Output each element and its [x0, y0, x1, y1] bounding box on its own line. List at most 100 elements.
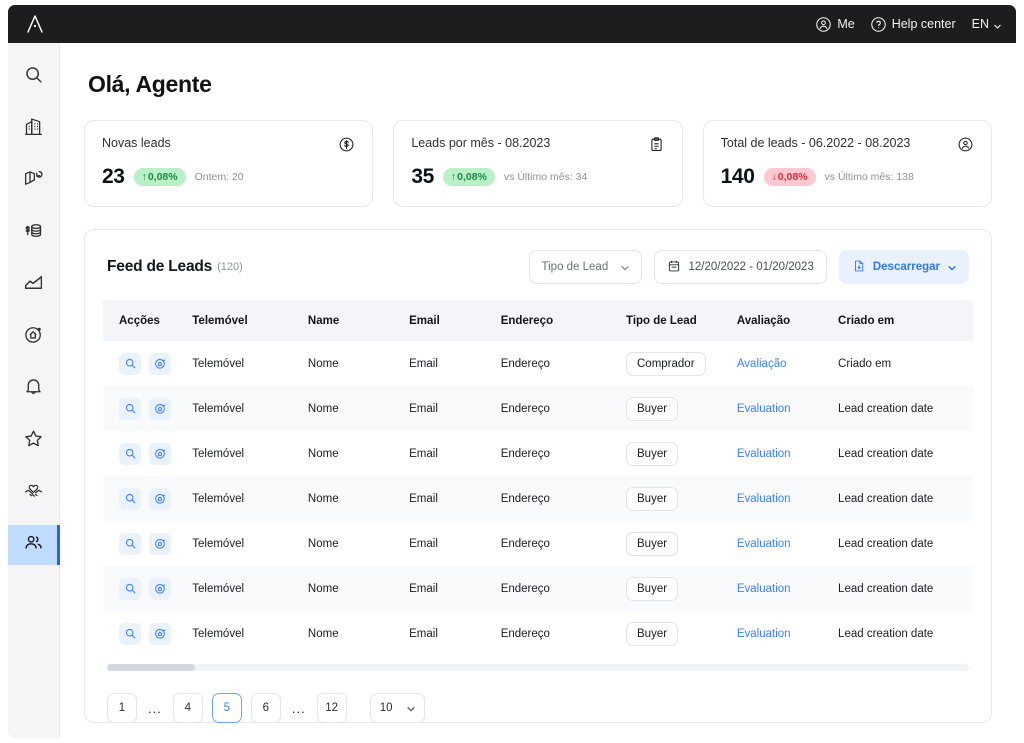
cell-email: Email: [409, 492, 438, 505]
column-header-created: Criado em: [838, 314, 895, 327]
language-selector[interactable]: EN: [967, 17, 1002, 31]
sidebar-item-deals[interactable]: [8, 473, 60, 513]
property-home-icon[interactable]: [149, 442, 171, 465]
view-lead-icon[interactable]: [119, 397, 141, 420]
download-button[interactable]: Descarregar: [838, 250, 969, 284]
cell-evaluation-link[interactable]: Evaluation: [737, 628, 838, 640]
lead-type-filter[interactable]: Tipo de Lead: [528, 250, 642, 284]
cell-created: Lead creation date: [838, 447, 934, 460]
sidebar-item-analytics[interactable]: [8, 265, 60, 305]
sidebar-item-leads[interactable]: [7, 525, 60, 565]
cell-evaluation-link[interactable]: Evaluation: [737, 583, 838, 595]
view-lead-icon[interactable]: [119, 487, 141, 510]
stat-value: 23: [102, 165, 125, 188]
cell-lead-type: Comprador: [626, 351, 737, 376]
clipboard-icon: [648, 136, 665, 158]
cell-evaluation-link[interactable]: Evaluation: [737, 403, 838, 415]
stat-cards: Novas leads 23 ↑ 0,08% Ontem: 20 Leads p…: [84, 120, 992, 207]
date-range-picker[interactable]: 12/20/2022 - 01/20/2023: [653, 250, 827, 284]
account-menu[interactable]: Me: [811, 13, 858, 36]
chevron-down-icon: [993, 20, 1002, 29]
lead-type-chip: Buyer: [626, 576, 679, 601]
cell-created: Lead creation date: [838, 627, 934, 640]
main-content: Olá, Agente Novas leads 23 ↑ 0,08% Ontem…: [60, 43, 1016, 738]
handshake-heart-icon: [23, 480, 44, 506]
page-button-12[interactable]: 12: [316, 693, 347, 723]
search-icon: [23, 64, 44, 90]
pagination-ellipsis: ...: [148, 700, 162, 716]
row-actions: [103, 397, 192, 420]
cell-evaluation-link[interactable]: Avaliação: [737, 358, 838, 370]
map-icon: [23, 168, 44, 194]
panel-toolbar: Tipo de Lead 12/20/2022 - 01/20/2023 Des…: [528, 250, 969, 284]
cell-created: Lead creation date: [838, 402, 934, 415]
view-lead-icon[interactable]: [119, 352, 141, 375]
cell-phone: Telemóvel: [192, 582, 245, 595]
chart-area-icon: [23, 272, 44, 298]
money-stack-icon: [23, 220, 44, 246]
help-center-link[interactable]: Help center: [866, 13, 960, 36]
cell-name: Nome: [307, 537, 339, 550]
table-row[interactable]: Telemóvel Nome Email Endereço Buyer Eval…: [103, 476, 973, 521]
left-sidebar: [7, 43, 60, 738]
table-row[interactable]: Telemóvel Nome Email Endereço Buyer Eval…: [103, 566, 973, 611]
user-circle-icon: [957, 136, 974, 158]
page-button-1[interactable]: 1: [107, 693, 137, 723]
column-header-evaluation: Avaliação: [736, 314, 791, 327]
sidebar-item-buildings[interactable]: [8, 109, 60, 149]
account-label: Me: [837, 17, 855, 31]
column-header-lead-type: Tipo de Lead: [626, 314, 697, 327]
sidebar-item-finance[interactable]: [8, 213, 60, 253]
table-row[interactable]: Telemóvel Nome Email Endereço Buyer Eval…: [103, 386, 973, 431]
cell-phone: Telemóvel: [192, 492, 245, 505]
arrow-up-icon: ↑: [450, 171, 457, 183]
cell-phone: Telemóvel: [192, 537, 245, 550]
cell-name: Nome: [307, 492, 339, 505]
property-home-icon[interactable]: [149, 487, 171, 510]
page-title: Olá, Agente: [88, 71, 212, 97]
cell-email: Email: [409, 402, 438, 415]
row-actions: [103, 442, 192, 465]
stat-badge: ↑ 0,08%: [442, 168, 495, 186]
cell-evaluation-link[interactable]: Evaluation: [737, 538, 838, 550]
cell-evaluation-link[interactable]: Evaluation: [737, 448, 838, 460]
calendar-icon: [667, 259, 681, 276]
property-home-icon[interactable]: [149, 622, 171, 645]
table-row[interactable]: Telemóvel Nome Email Endereço Comprador …: [103, 341, 973, 386]
cell-lead-type: Buyer: [626, 576, 737, 601]
page-button-6[interactable]: 6: [250, 693, 281, 723]
sidebar-item-favorites[interactable]: [8, 421, 60, 461]
cell-lead-type: Buyer: [626, 531, 737, 556]
view-lead-icon[interactable]: [119, 532, 141, 555]
table-row[interactable]: Telemóvel Nome Email Endereço Buyer Eval…: [103, 521, 973, 566]
view-lead-icon[interactable]: [119, 442, 141, 465]
page-size-selector[interactable]: 10: [369, 693, 425, 723]
scrollbar-thumb[interactable]: [107, 664, 195, 671]
property-home-icon[interactable]: [149, 577, 171, 600]
stat-label: Leads por mês - 08.2023: [411, 136, 551, 150]
page-button-4[interactable]: 4: [172, 693, 203, 723]
stat-card-leads-per-month: Leads por mês - 08.2023 35 ↑ 0,08% vs Úl…: [393, 120, 683, 207]
sidebar-item-notifications[interactable]: [8, 369, 60, 409]
app-logo-icon[interactable]: [22, 11, 48, 37]
table-row[interactable]: Telemóvel Nome Email Endereço Buyer Eval…: [103, 431, 973, 476]
dollar-circle-icon: [338, 136, 355, 158]
page-button-5-current[interactable]: 5: [211, 693, 242, 723]
column-header-phone: Telemóvel: [192, 314, 248, 327]
cell-evaluation-link[interactable]: Evaluation: [737, 493, 838, 505]
sidebar-item-map[interactable]: [8, 161, 60, 201]
stat-subtext: vs Último mês: 138: [824, 171, 914, 183]
lead-type-filter-label: Tipo de Lead: [541, 261, 609, 273]
property-home-icon[interactable]: [149, 397, 171, 420]
sidebar-item-properties[interactable]: [8, 317, 60, 357]
property-home-icon[interactable]: [149, 532, 171, 555]
row-actions: [103, 532, 192, 555]
sidebar-item-search[interactable]: [8, 57, 60, 97]
stat-value: 140: [720, 165, 755, 188]
property-home-icon[interactable]: [149, 352, 171, 375]
table-horizontal-scrollbar[interactable]: [107, 664, 969, 671]
view-lead-icon[interactable]: [119, 577, 141, 600]
table-row[interactable]: Telemóvel Nome Email Endereço Buyer Eval…: [103, 611, 973, 656]
lead-type-chip: Buyer: [626, 531, 679, 556]
view-lead-icon[interactable]: [119, 622, 141, 645]
